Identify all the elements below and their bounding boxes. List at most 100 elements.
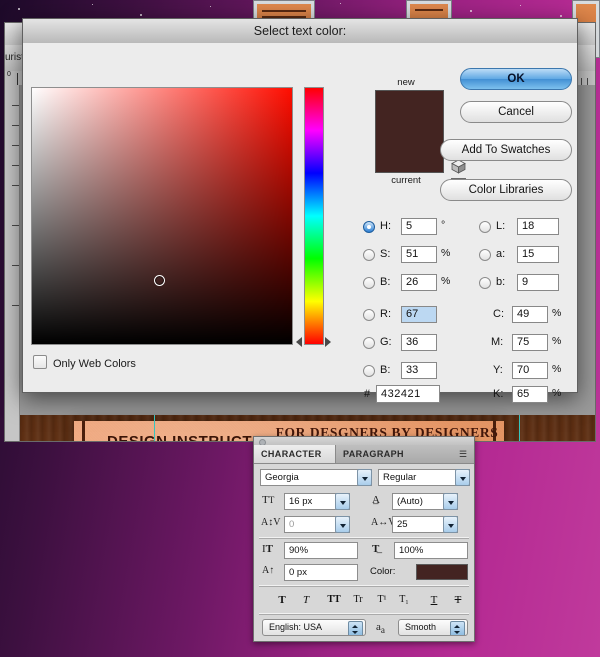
vertical-scale-field[interactable]: 90% xyxy=(284,542,358,559)
vertical-ruler xyxy=(5,85,20,441)
label-y: Y: xyxy=(493,364,503,376)
style-subscript-button[interactable]: T₁ xyxy=(394,592,414,608)
radio-lab-b[interactable] xyxy=(479,277,491,289)
color-field-cursor[interactable] xyxy=(154,274,166,286)
logo-text: DESIGN INSTRUCT xyxy=(92,433,267,441)
current-color-swatch[interactable] xyxy=(376,131,443,172)
only-web-colors-checkbox[interactable] xyxy=(33,355,47,369)
leading-dropdown-icon[interactable] xyxy=(443,493,458,510)
unit-y: % xyxy=(552,363,562,375)
font-family-dropdown-icon[interactable] xyxy=(357,469,372,486)
field-h[interactable]: 5 xyxy=(401,218,437,235)
field-k[interactable]: 65 xyxy=(512,386,548,403)
baseline-shift-icon: A↑ xyxy=(262,565,275,576)
style-underline-button[interactable]: T xyxy=(424,592,444,608)
color-label: Color: xyxy=(370,566,396,577)
radio-s[interactable] xyxy=(363,249,375,261)
radio-lab-a[interactable] xyxy=(479,249,491,261)
label-k: K: xyxy=(493,388,504,400)
tab-character-label: CHARACTER xyxy=(261,449,322,459)
style-strikethrough-button[interactable]: T xyxy=(448,592,468,608)
panel-menu-icon[interactable]: ☰ xyxy=(456,448,470,460)
radio-r[interactable] xyxy=(363,309,375,321)
style-allcaps-button[interactable]: TT xyxy=(324,592,344,608)
hue-marker-right-icon xyxy=(325,337,331,347)
only-web-colors-row[interactable]: Only Web Colors xyxy=(33,355,136,370)
character-panel[interactable]: CHARACTER PARAGRAPH ☰ Georgia Regular TT… xyxy=(253,436,475,642)
font-size-value: 16 px xyxy=(289,496,313,507)
font-style-dropdown-icon[interactable] xyxy=(455,469,470,486)
font-family-field[interactable]: Georgia xyxy=(260,469,372,486)
font-family-value: Georgia xyxy=(265,472,299,483)
new-color-swatch[interactable] xyxy=(376,91,443,132)
poster-logo: DESIGN INSTRUCT xyxy=(92,433,267,441)
antialias-popup[interactable]: Smooth xyxy=(398,619,468,636)
ok-button[interactable]: OK xyxy=(460,68,572,90)
field-r[interactable]: 67 xyxy=(401,306,437,323)
dialog-body: Only Web Colors new current OK Cancel Ad… xyxy=(23,43,577,403)
label-g: G: xyxy=(380,336,392,348)
field-b-brightness[interactable]: 26 xyxy=(401,274,437,291)
tab-paragraph[interactable]: PARAGRAPH xyxy=(336,445,416,463)
unit-s: % xyxy=(441,247,451,259)
field-g[interactable]: 36 xyxy=(401,334,437,351)
cancel-button[interactable]: Cancel xyxy=(460,101,572,123)
style-smallcaps-button[interactable]: Tr xyxy=(348,592,368,608)
language-popup[interactable]: English: USA xyxy=(262,619,366,636)
field-s[interactable]: 51 xyxy=(401,246,437,263)
tracking-value: 25 xyxy=(397,519,408,530)
field-lab-a[interactable]: 15 xyxy=(517,246,559,263)
cube-icon[interactable] xyxy=(451,159,466,174)
hue-marker-left-icon xyxy=(296,337,302,347)
kerning-icon: A↕V xyxy=(261,517,281,528)
unit-c: % xyxy=(552,307,562,319)
color-libraries-button[interactable]: Color Libraries xyxy=(440,179,572,201)
unit-b-brightness: % xyxy=(441,275,451,287)
unit-h: ° xyxy=(441,219,446,231)
field-b-blue[interactable]: 33 xyxy=(401,362,437,379)
text-color-swatch[interactable] xyxy=(416,564,468,580)
baseline-shift-field[interactable]: 0 px xyxy=(284,564,358,581)
font-style-button-row: T T TT Tr T¹ T₁ T T xyxy=(264,592,469,608)
unit-m: % xyxy=(552,335,562,347)
guide-vertical xyxy=(519,415,520,441)
font-size-dropdown-icon[interactable] xyxy=(335,493,350,510)
only-web-colors-label: Only Web Colors xyxy=(53,358,136,370)
antialias-stepper-icon[interactable] xyxy=(450,621,465,635)
tab-character[interactable]: CHARACTER xyxy=(254,445,336,463)
field-y[interactable]: 70 xyxy=(512,362,548,379)
field-c[interactable]: 49 xyxy=(512,306,548,323)
color-preview[interactable] xyxy=(375,90,444,173)
radio-b-brightness[interactable] xyxy=(363,277,375,289)
radio-g[interactable] xyxy=(363,337,375,349)
style-superscript-button[interactable]: T¹ xyxy=(372,592,392,608)
language-stepper-icon[interactable] xyxy=(348,621,363,635)
add-to-swatches-button[interactable]: Add To Swatches xyxy=(440,139,572,161)
hex-field[interactable]: 432421 xyxy=(376,385,440,403)
saturation-brightness-field[interactable] xyxy=(31,87,293,345)
vertical-scale-value: 90% xyxy=(289,545,309,556)
field-m[interactable]: 75 xyxy=(512,334,548,351)
radio-b-blue[interactable] xyxy=(363,365,375,377)
radio-l[interactable] xyxy=(479,221,491,233)
hue-slider[interactable] xyxy=(304,87,324,345)
antialias-value: Smooth xyxy=(405,622,437,632)
font-style-value: Regular xyxy=(383,472,417,483)
horizontal-scale-field[interactable]: 100% xyxy=(394,542,468,559)
style-italic-button[interactable]: T xyxy=(296,592,316,608)
style-bold-button[interactable]: T xyxy=(272,592,292,608)
dialog-title: Select text color: xyxy=(23,19,577,44)
tab-paragraph-label: PARAGRAPH xyxy=(343,449,404,459)
kerning-dropdown-icon[interactable] xyxy=(335,516,350,533)
vertical-scale-icon: IT xyxy=(262,543,274,555)
panel-tab-strip: CHARACTER PARAGRAPH ☰ xyxy=(254,445,474,464)
field-lab-b[interactable]: 9 xyxy=(517,274,559,291)
current-color-label: current xyxy=(391,175,421,186)
tracking-dropdown-icon[interactable] xyxy=(443,516,458,533)
field-l[interactable]: 18 xyxy=(517,218,559,235)
label-c: C: xyxy=(493,308,504,320)
label-s: S: xyxy=(380,248,391,260)
horizontal-scale-value: 100% xyxy=(399,545,424,556)
label-b-brightness: B: xyxy=(380,276,391,288)
radio-h[interactable] xyxy=(363,221,375,233)
